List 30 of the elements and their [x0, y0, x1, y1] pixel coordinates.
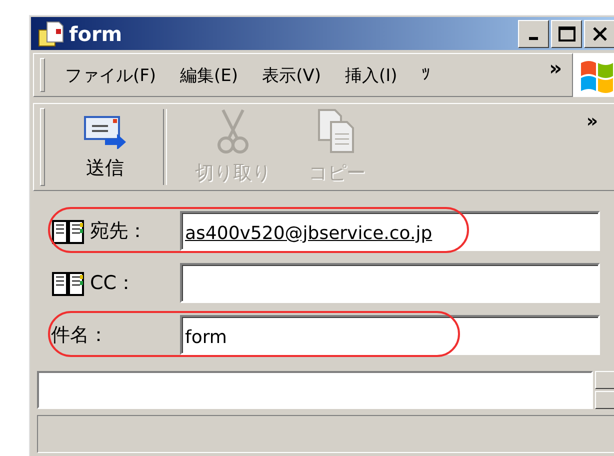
menu-item[interactable]: 挿入(I) — [332, 64, 410, 86]
maximize-icon — [558, 26, 576, 42]
body-field[interactable] — [37, 371, 593, 409]
menu-overflow-button[interactable]: » — [539, 56, 572, 94]
menu-item[interactable]: 表示(V) — [250, 64, 333, 86]
close-button[interactable] — [584, 20, 614, 48]
address-book-icon[interactable] — [51, 269, 85, 297]
envelope-send-icon — [83, 113, 127, 149]
maximize-button[interactable] — [551, 20, 582, 48]
menu-item[interactable]: 編集(E) — [168, 64, 250, 86]
address-book-icon[interactable] — [51, 217, 85, 245]
recipient-field[interactable] — [180, 263, 600, 303]
minimize-button[interactable] — [518, 20, 549, 48]
subject-field[interactable]: form — [180, 315, 600, 355]
menu-item[interactable]: ﾂ — [409, 65, 442, 85]
toolbar-overflow-button[interactable]: » — [580, 110, 604, 133]
document-icon — [37, 20, 65, 48]
window-title: form — [69, 22, 122, 46]
recipient-field[interactable]: as400v520@jbservice.co.jp — [180, 211, 600, 251]
field-label: 宛先： — [90, 219, 147, 244]
copy-icon — [317, 108, 357, 154]
field-label: 件名： — [51, 323, 108, 348]
spin-up-button[interactable] — [595, 371, 614, 389]
close-icon — [592, 26, 608, 42]
menu-item[interactable]: ファイル(F) — [53, 64, 168, 86]
scissors-icon — [215, 108, 251, 154]
field-label: CC： — [90, 271, 136, 296]
spin-down-button[interactable] — [595, 391, 614, 409]
toolbar-button[interactable]: 送信 — [53, 109, 157, 185]
minimize-icon — [529, 37, 538, 40]
